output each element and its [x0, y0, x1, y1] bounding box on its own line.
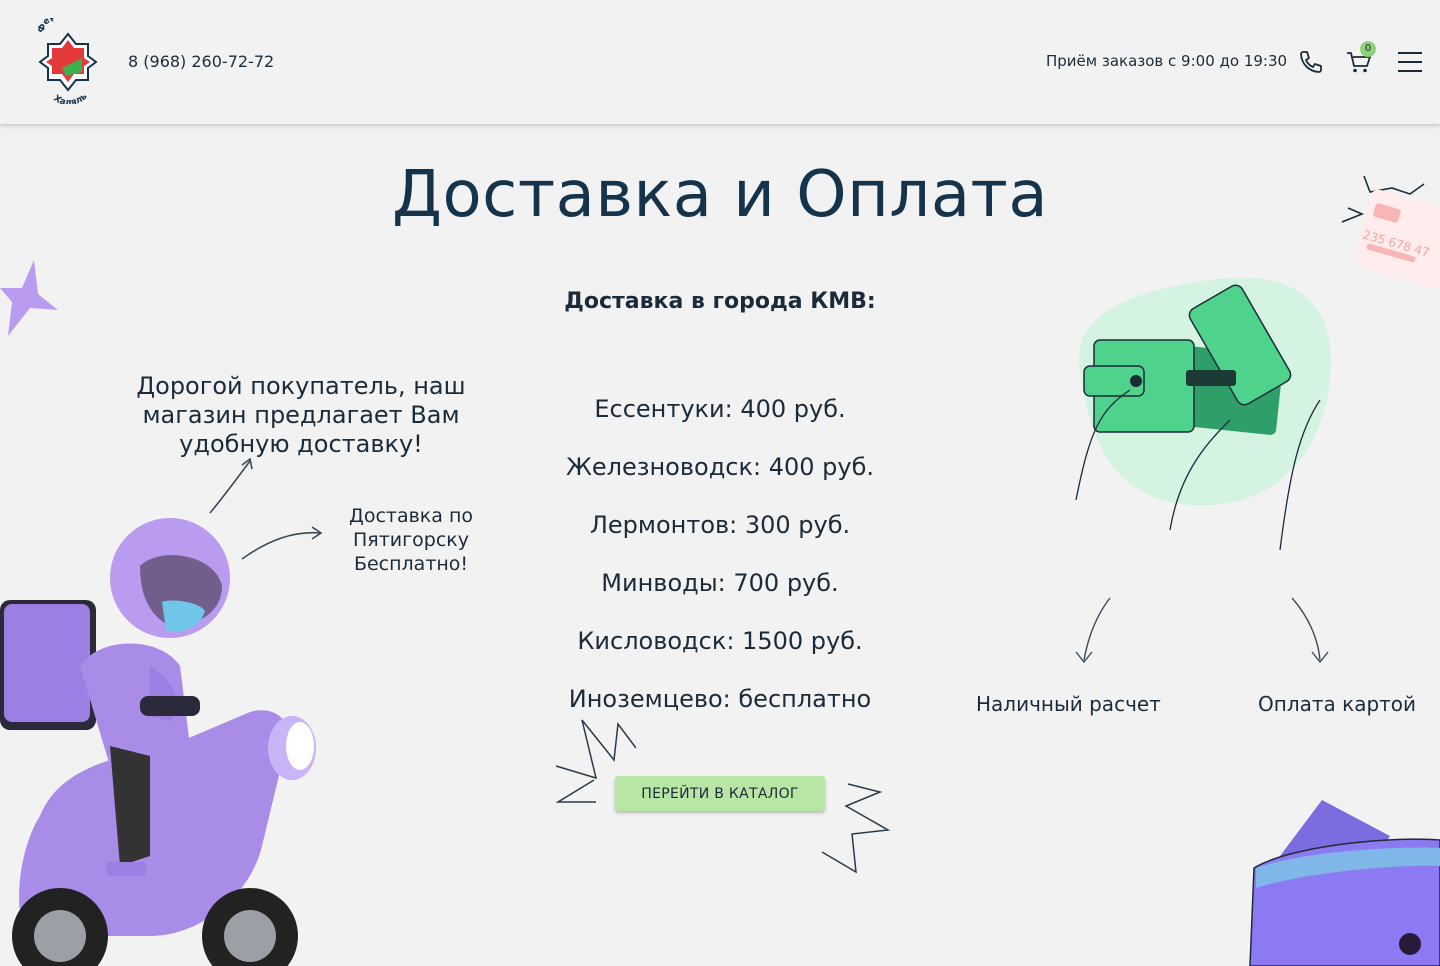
menu-icon[interactable]: [1396, 48, 1424, 76]
wallet-payment-illustration: [1075, 277, 1332, 550]
price-item-kislovodsk: Кисловодск: 1500 руб.: [577, 627, 863, 655]
phone-icon[interactable]: [1297, 48, 1325, 76]
site-header: Ферма 26 Халяль 8 (968) 260-72-72 Приём …: [0, 0, 1440, 124]
order-hours: Приём заказов с 9:00 до 19:30: [1046, 52, 1288, 70]
star-icon: [0, 260, 58, 336]
delivery-intro-text: Дорогой покупатель, наш магазин предлага…: [136, 372, 466, 458]
price-item-minvody: Минводы: 700 руб.: [601, 569, 839, 597]
payment-cash-label: Наличный расчет: [976, 692, 1161, 716]
delivery-price-list: Ессентуки: 400 руб. Железноводск: 400 ру…: [520, 390, 920, 738]
logo-top-text: Ферма 26: [36, 18, 87, 35]
purple-wallet-decoration: [1249, 800, 1440, 966]
logo-bottom-text: Халяль: [51, 92, 89, 104]
price-item-zheleznovodsk: Железноводск: 400 руб.: [566, 453, 874, 481]
page-title: Доставка и Оплата: [391, 158, 1049, 232]
price-item-essentuki: Ессентуки: 400 руб.: [594, 395, 846, 423]
cart-count-badge: 0: [1360, 41, 1376, 57]
svg-text:Ферма 26: Ферма 26: [36, 18, 87, 35]
credit-card-decoration: 235 678 47: [1341, 175, 1440, 291]
svg-text:Халяль: Халяль: [51, 92, 89, 104]
farm-logo[interactable]: Ферма 26 Халяль: [32, 18, 104, 104]
go-to-catalog-button[interactable]: ПЕРЕЙТИ В КАТАЛОГ: [615, 776, 825, 811]
payment-card-label: Оплата картой: [1258, 692, 1417, 716]
payment-arrows-decoration: [1075, 597, 1329, 664]
free-delivery-note: Доставка по Пятигорску Бесплатно!: [348, 505, 474, 575]
header-phone-number[interactable]: 8 (968) 260-72-72: [128, 52, 274, 71]
courier-scooter-illustration: [0, 518, 316, 966]
price-item-lermontov: Лермонтов: 300 руб.: [589, 511, 851, 539]
zigzag-decoration-right: [821, 783, 891, 874]
